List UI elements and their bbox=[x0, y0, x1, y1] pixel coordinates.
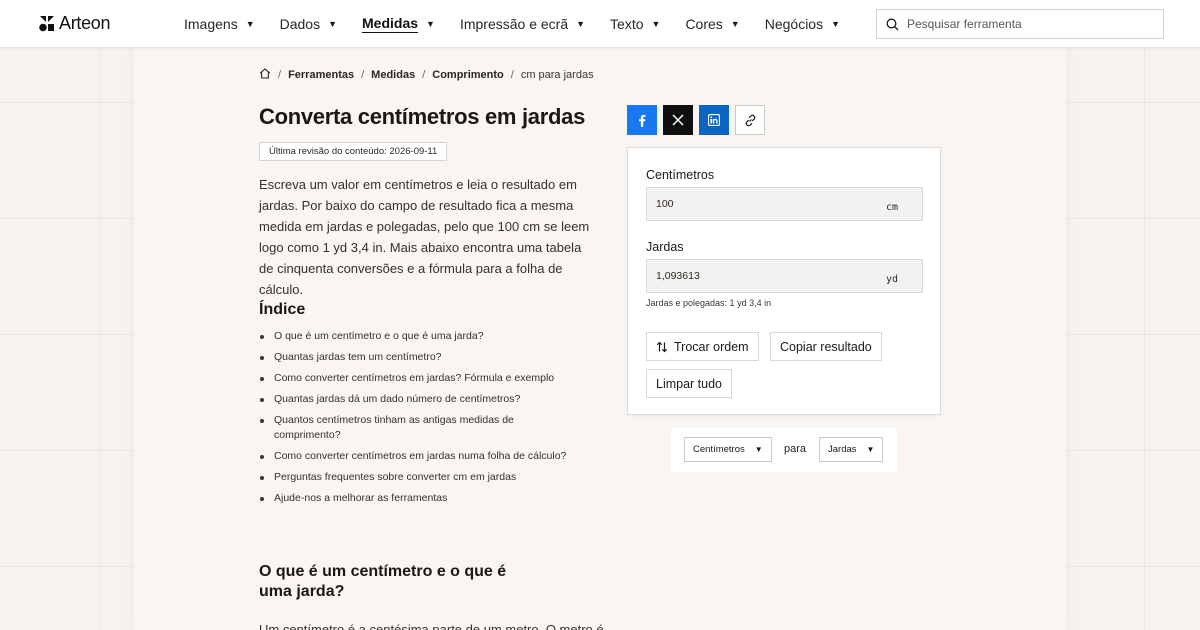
from-unit-label: Centímetros bbox=[646, 168, 715, 182]
x-icon bbox=[672, 114, 684, 126]
toc-item[interactable]: Quantas jardas tem um centímetro? bbox=[259, 350, 599, 365]
yd-unit-suffix: yd bbox=[885, 273, 898, 285]
caret-down-icon: ▼ bbox=[576, 19, 586, 29]
copy-link-button[interactable] bbox=[735, 105, 765, 135]
nav-item-medidas[interactable]: Medidas ▼ bbox=[362, 15, 435, 33]
toc-list: O que é um centímetro e o que é uma jard… bbox=[259, 329, 599, 512]
nav-item-impressao[interactable]: Impressão e ecrã ▼ bbox=[460, 16, 585, 32]
breadcrumb-item-ferramentas[interactable]: Ferramentas bbox=[288, 69, 354, 81]
cm-unit-suffix: cm bbox=[885, 201, 898, 213]
toc-item[interactable]: Quantos centímetros tinham as antigas me… bbox=[259, 413, 521, 443]
linkedin-icon bbox=[708, 114, 720, 126]
section-body: Um centímetro é a centésima parte de um … bbox=[259, 622, 604, 630]
nav-item-cores[interactable]: Cores ▼ bbox=[685, 16, 739, 32]
caret-down-icon: ▼ bbox=[245, 19, 255, 29]
copy-result-button[interactable]: Copiar resultado bbox=[770, 332, 882, 361]
toc-item[interactable]: Como converter centímetros em jardas? Fó… bbox=[259, 371, 599, 386]
nav-item-texto[interactable]: Texto ▼ bbox=[610, 16, 660, 32]
unit-selector: Centímetros ▼ para Jardas ▼ bbox=[671, 428, 897, 472]
caret-down-icon: ▼ bbox=[754, 445, 763, 454]
toc-title: Índice bbox=[259, 301, 306, 318]
logo-icon bbox=[39, 15, 54, 31]
share-facebook-button[interactable] bbox=[627, 105, 657, 135]
intro-text: Escreva um valor em centímetros e leia o… bbox=[259, 177, 590, 297]
swap-order-button[interactable]: Trocar ordem bbox=[646, 332, 759, 361]
toc-item[interactable]: Quantas jardas dá um dado número de cent… bbox=[259, 392, 599, 407]
search-box[interactable] bbox=[876, 9, 1164, 39]
to-unit-select[interactable]: Jardas ▼ bbox=[819, 437, 884, 462]
breadcrumb-separator: / bbox=[510, 69, 514, 81]
breadcrumb-separator: / bbox=[422, 69, 426, 81]
nav-item-imagens[interactable]: Imagens ▼ bbox=[184, 16, 255, 32]
page-title: Converta centímetros em jardas bbox=[259, 104, 586, 129]
section-title: O que é um centímetro e o que é uma jard… bbox=[259, 563, 507, 600]
breadcrumb-separator: / bbox=[361, 69, 365, 81]
caret-down-icon: ▼ bbox=[426, 19, 435, 29]
share-x-button[interactable] bbox=[663, 105, 693, 135]
link-icon bbox=[745, 114, 755, 126]
nav-item-dados[interactable]: Dados ▼ bbox=[280, 16, 337, 32]
yards-inches-hint: Jardas e polegadas: 1 yd 3,4 in bbox=[646, 298, 772, 308]
caret-down-icon: ▼ bbox=[730, 19, 740, 29]
home-icon[interactable] bbox=[259, 68, 271, 82]
yards-value[interactable]: 1,093613 bbox=[647, 270, 700, 282]
from-unit-select[interactable]: Centímetros ▼ bbox=[684, 437, 772, 462]
toc-item[interactable]: Como converter centímetros em jardas num… bbox=[259, 449, 599, 464]
brand-logo[interactable]: Arteon bbox=[39, 13, 111, 34]
breadcrumb-separator: / bbox=[278, 69, 282, 81]
nav-item-negocios[interactable]: Negócios ▼ bbox=[765, 16, 840, 32]
selector-connector: para bbox=[784, 443, 807, 455]
top-header: Arteon Imagens ▼ Dados ▼ Medidas ▼ Impressã… bbox=[0, 0, 1200, 48]
yards-output[interactable]: 1,093613 yd bbox=[646, 259, 923, 293]
clear-all-button[interactable]: Limpar tudo bbox=[646, 369, 733, 398]
toc-item[interactable]: Ajude-nos a melhorar as ferramentas bbox=[259, 491, 599, 506]
breadcrumb-item-comprimento[interactable]: Comprimento bbox=[432, 69, 504, 81]
breadcrumb-current: cm para jardas bbox=[520, 69, 594, 81]
centimeters-input[interactable]: 100 cm bbox=[646, 187, 923, 221]
to-unit-label: Jardas bbox=[646, 240, 684, 254]
brand-name: Arteon bbox=[59, 13, 111, 33]
caret-down-icon: ▼ bbox=[328, 19, 338, 29]
converter-card: Centímetros 100 cm Jardas 1,093613 yd Ja… bbox=[627, 147, 941, 415]
facebook-icon bbox=[639, 114, 646, 127]
caret-down-icon: ▼ bbox=[831, 19, 841, 29]
breadcrumb: / Ferramentas / Medidas / Comprimento / … bbox=[259, 68, 594, 82]
search-input[interactable] bbox=[907, 17, 1147, 31]
caret-down-icon: ▼ bbox=[651, 19, 661, 29]
breadcrumb-item-medidas[interactable]: Medidas bbox=[371, 69, 415, 81]
caret-down-icon: ▼ bbox=[866, 445, 875, 454]
share-linkedin-button[interactable] bbox=[699, 105, 729, 135]
main-nav: Imagens ▼ Dados ▼ Medidas ▼ Impressão e ecr… bbox=[184, 0, 865, 48]
swap-arrows-icon bbox=[656, 341, 668, 352]
share-buttons bbox=[627, 105, 765, 135]
revision-badge: Última revisão do conteúdo: 2026-09-11 bbox=[259, 142, 448, 161]
search-icon bbox=[877, 18, 907, 31]
centimeters-value[interactable]: 100 bbox=[647, 198, 674, 210]
toc-item[interactable]: O que é um centímetro e o que é uma jard… bbox=[259, 329, 599, 344]
toc-item[interactable]: Perguntas frequentes sobre converter cm … bbox=[259, 470, 599, 485]
